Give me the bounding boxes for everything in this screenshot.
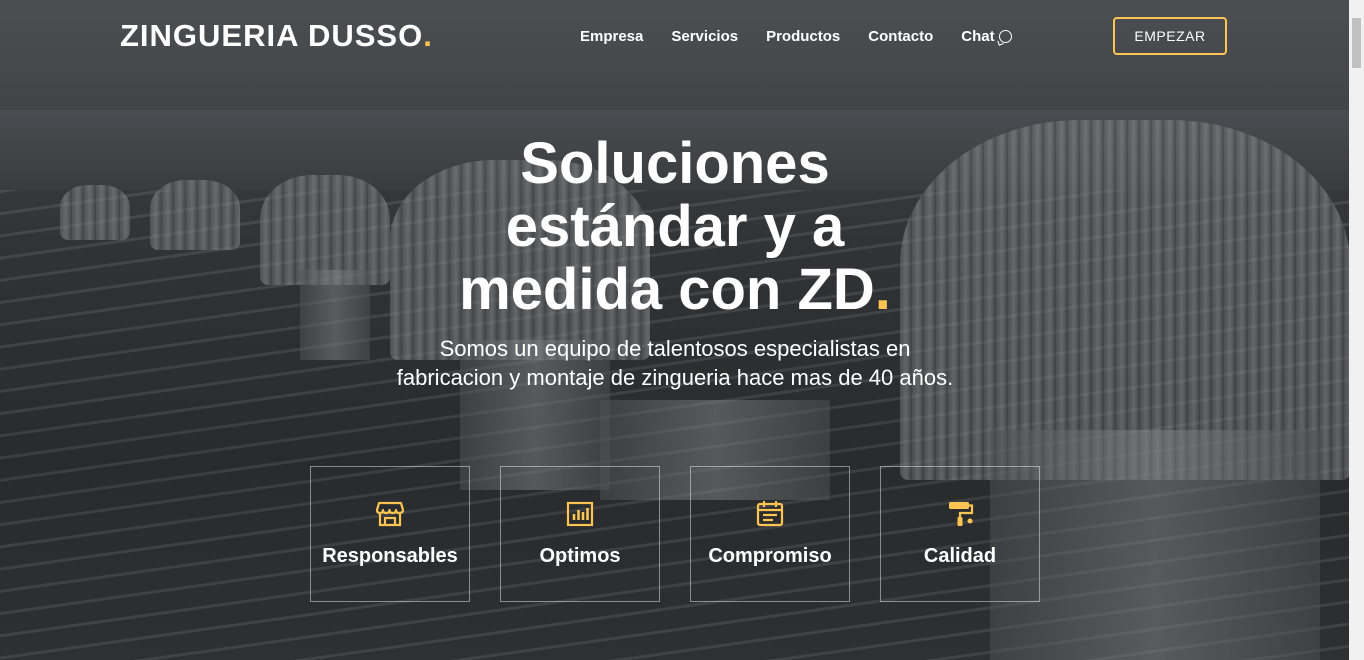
scrollbar[interactable] — [1349, 0, 1364, 660]
feature-label: Calidad — [923, 545, 997, 567]
bar-chart-icon — [566, 501, 594, 527]
feature-label: Compromiso — [708, 545, 832, 567]
scrollbar-thumb[interactable] — [1352, 18, 1361, 68]
start-button[interactable]: EMPEZAR — [1113, 17, 1227, 55]
nav-item-chat[interactable]: Chat — [961, 28, 1012, 45]
nav-item-contacto[interactable]: Contacto — [868, 28, 933, 45]
feature-cards: Responsables Optimos Compromiso Calidad — [310, 466, 1040, 602]
calendar-icon — [756, 501, 784, 527]
feature-card-compromiso[interactable]: Compromiso — [690, 466, 850, 602]
hero-title-line2: estándar y a — [505, 194, 845, 259]
brand-logo[interactable]: ZINGUERIA DUSSO. — [120, 18, 433, 54]
hero-subtitle: Somos un equipo de talentosos especialis… — [396, 336, 954, 390]
brand-name: ZINGUERIA DUSSO — [120, 18, 424, 53]
feature-label: Optimos — [539, 545, 621, 567]
hero-title-line3: medida con ZD — [459, 257, 875, 322]
store-icon — [375, 501, 405, 527]
feature-label: Responsables — [322, 545, 458, 567]
feature-card-calidad[interactable]: Calidad — [880, 466, 1040, 602]
hero-title-line1: Soluciones — [520, 131, 830, 196]
nav-item-chat-label: Chat — [961, 28, 995, 45]
nav-item-empresa[interactable]: Empresa — [580, 28, 643, 45]
hero-title-dot: . — [874, 257, 891, 322]
brand-dot: . — [423, 18, 433, 53]
feature-card-optimos[interactable]: Optimos — [500, 466, 660, 602]
paint-roller-icon — [949, 502, 974, 526]
whatsapp-icon — [998, 30, 1012, 43]
nav-item-servicios[interactable]: Servicios — [671, 28, 738, 45]
nav-item-productos[interactable]: Productos — [766, 28, 840, 45]
feature-card-responsables[interactable]: Responsables — [310, 466, 470, 602]
hero-title: Soluciones estándar y a medida con ZD. — [340, 132, 1010, 321]
main-nav: Empresa Servicios Productos Contacto Cha… — [580, 28, 1040, 45]
